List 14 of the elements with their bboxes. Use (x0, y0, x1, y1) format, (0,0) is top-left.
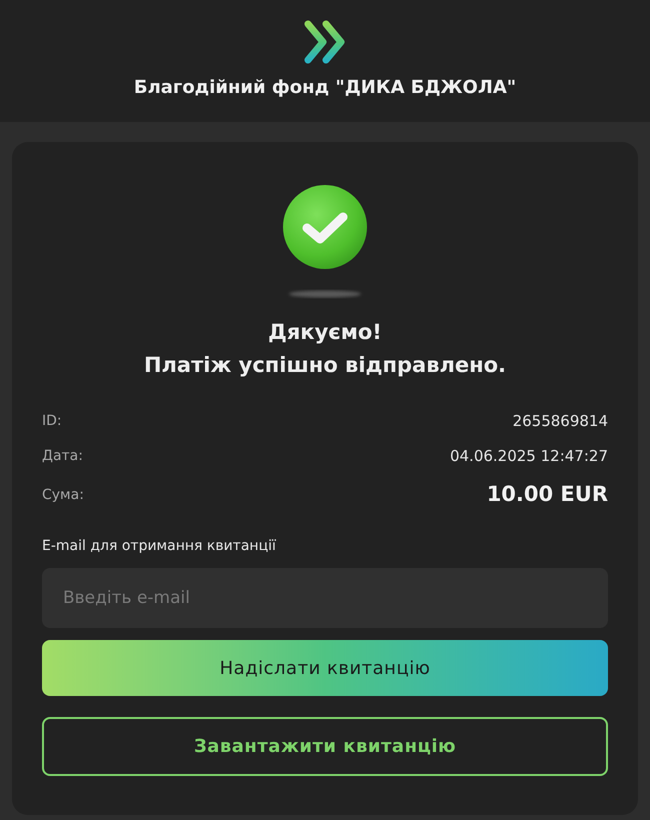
detail-value: 04.06.2025 12:47:27 (450, 446, 608, 468)
email-input[interactable]: Введіть e-mail (42, 568, 608, 628)
foundation-title: Благодійний фонд "ДИКА БДЖОЛА" (134, 76, 516, 100)
email-label: E-mail для отримання квитанції (42, 537, 277, 556)
send-receipt-button[interactable]: Надіслати квитанцію (42, 640, 608, 696)
success-message: Платіж успішно відправлено. (142, 352, 508, 379)
thanks-heading: Дякуємо! (267, 319, 383, 346)
detail-value: 2655869814 (512, 411, 608, 432)
detail-label: Сума: (42, 486, 84, 504)
double-chevron-logo (304, 20, 346, 64)
detail-label: Дата: (42, 447, 83, 466)
detail-label: ID: (42, 412, 62, 431)
download-receipt-button[interactable]: Завантажити квитанцію (42, 717, 608, 776)
detail-value: 10.00 EUR (486, 481, 608, 508)
